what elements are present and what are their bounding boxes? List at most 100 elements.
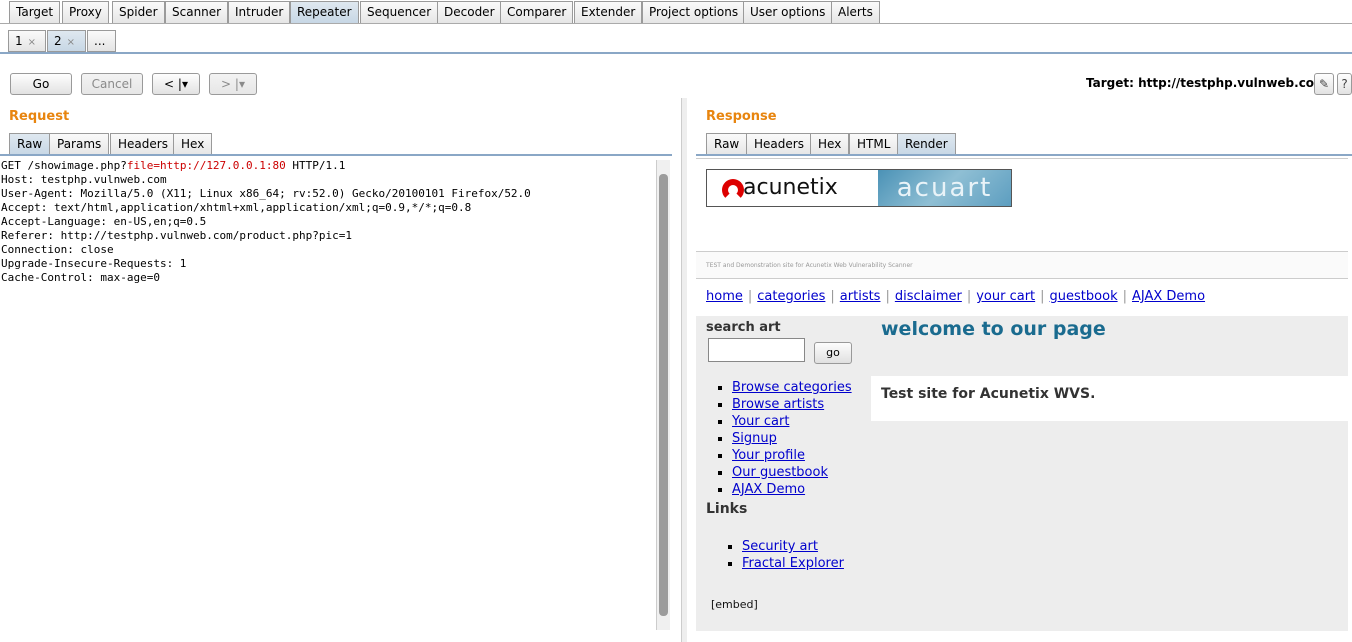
menu-item: AJAX Demo xyxy=(732,481,852,498)
request-header: Upgrade-Insecure-Requests: 1 xyxy=(1,257,187,270)
request-tab-params[interactable]: Params xyxy=(49,133,110,155)
request-method-path: GET /showimage.php? xyxy=(1,159,127,172)
request-tab-raw[interactable]: Raw xyxy=(9,133,51,155)
menu-item: Our guestbook xyxy=(732,464,852,481)
welcome-heading: welcome to our page xyxy=(881,318,1106,340)
security-art-link[interactable]: Security art xyxy=(742,539,818,554)
site-logo: acunetix acuart xyxy=(706,169,1012,207)
request-header: Cache-Control: max-age=0 xyxy=(1,271,160,284)
main-tab-bar: Target Proxy Spider Scanner Intruder Rep… xyxy=(0,0,1352,24)
tab-proxy[interactable]: Proxy xyxy=(62,1,109,23)
our-guestbook-link[interactable]: Our guestbook xyxy=(732,465,828,480)
response-tab-html[interactable]: HTML xyxy=(849,133,899,155)
request-title: Request xyxy=(9,109,70,124)
search-go-button[interactable]: go xyxy=(814,342,852,364)
request-header: Accept: text/html,application/xhtml+xml,… xyxy=(1,201,472,214)
repeater-tab-bar: 1 × 2 × ... xyxy=(0,30,1352,54)
list-item: Security art xyxy=(742,538,844,555)
response-tab-underline xyxy=(696,154,1352,156)
cancel-button[interactable]: Cancel xyxy=(81,73,143,95)
repeater-tab-2[interactable]: 2 × xyxy=(47,30,86,52)
site-nav: home | categories | artists | disclaimer | your … xyxy=(706,289,1206,304)
nav-ajax-demo[interactable]: AJAX Demo xyxy=(1132,289,1205,304)
tab-sequencer[interactable]: Sequencer xyxy=(360,1,439,23)
target-label: Target: http://testphp.vulnweb.com xyxy=(1086,76,1327,90)
request-header: Connection: close xyxy=(1,243,114,256)
edit-target-button[interactable]: ✎ xyxy=(1314,73,1334,95)
request-header: Accept-Language: en-US,en;q=0.5 xyxy=(1,215,207,228)
links-heading: Links xyxy=(706,501,748,517)
tab-target[interactable]: Target xyxy=(9,1,61,23)
nav-home[interactable]: home xyxy=(706,289,743,304)
menu-item: Browse categories xyxy=(732,379,852,396)
back-button[interactable]: < |▾ xyxy=(152,73,200,95)
menu-item: Your profile xyxy=(732,447,852,464)
tab-intruder[interactable]: Intruder xyxy=(228,1,291,23)
menu-item: Browse artists xyxy=(732,396,852,413)
signup-link[interactable]: Signup xyxy=(732,431,777,446)
request-header: Referer: http://testphp.vulnweb.com/prod… xyxy=(1,229,352,242)
menu-item: Signup xyxy=(732,430,852,447)
repeater-tab-new[interactable]: ... xyxy=(87,30,116,52)
rendered-page: acunetix acuart TEST and Demonstration s… xyxy=(696,158,1348,642)
go-button[interactable]: Go xyxy=(10,73,72,95)
tab-user-options[interactable]: User options xyxy=(743,1,833,23)
request-header: User-Agent: Mozilla/5.0 (X11; Linux x86_… xyxy=(1,187,531,200)
embed-placeholder: [embed] xyxy=(711,598,758,611)
request-tab-headers[interactable]: Headers xyxy=(110,133,176,155)
tab-spider[interactable]: Spider xyxy=(112,1,165,23)
your-cart-link[interactable]: Your cart xyxy=(732,414,789,429)
forward-button[interactable]: > |▾ xyxy=(209,73,257,95)
browse-categories-link[interactable]: Browse categories xyxy=(732,380,852,395)
split-divider[interactable] xyxy=(681,98,687,642)
nav-guestbook[interactable]: guestbook xyxy=(1050,289,1118,304)
help-button[interactable]: ? xyxy=(1337,73,1352,95)
response-tab-hex[interactable]: Hex xyxy=(810,133,850,155)
acunetix-logo: acunetix xyxy=(707,170,878,206)
tab-alerts[interactable]: Alerts xyxy=(831,1,880,23)
tab-project-options[interactable]: Project options xyxy=(642,1,746,23)
fractal-explorer-link[interactable]: Fractal Explorer xyxy=(742,556,844,571)
nav-disclaimer[interactable]: disclaimer xyxy=(895,289,962,304)
tab-scanner[interactable]: Scanner xyxy=(165,1,229,23)
response-tab-render[interactable]: Render xyxy=(897,133,956,155)
links-list: Security art Fractal Explorer xyxy=(732,538,844,572)
response-tab-headers[interactable]: Headers xyxy=(746,133,812,155)
help-icon: ? xyxy=(1341,77,1348,91)
tab-decoder[interactable]: Decoder xyxy=(437,1,502,23)
content-box: Test site for Acunetix WVS. xyxy=(871,376,1348,421)
tab-comparer[interactable]: Comparer xyxy=(500,1,574,23)
nav-your-cart[interactable]: your cart xyxy=(976,289,1035,304)
request-editor[interactable]: GET /showimage.php?file=http://127.0.0.1… xyxy=(1,159,653,285)
response-title: Response xyxy=(706,109,777,124)
tab-extender[interactable]: Extender xyxy=(574,1,643,23)
tagline-strip: TEST and Demonstration site for Acunetix… xyxy=(696,251,1348,279)
scrollbar-thumb[interactable] xyxy=(659,174,668,616)
response-tab-raw[interactable]: Raw xyxy=(706,133,748,155)
close-icon[interactable]: × xyxy=(28,37,36,48)
repeater-tab-2-label: 2 xyxy=(54,34,62,48)
acunetix-logo-icon xyxy=(722,179,744,201)
nav-categories[interactable]: categories xyxy=(757,289,825,304)
test-site-text: Test site for Acunetix WVS. xyxy=(881,386,1096,402)
search-art-label: search art xyxy=(706,320,781,335)
close-icon[interactable]: × xyxy=(67,37,75,48)
tab-repeater[interactable]: Repeater xyxy=(290,1,359,23)
request-header: Host: testphp.vulnweb.com xyxy=(1,173,167,186)
search-input[interactable] xyxy=(708,338,805,362)
acuart-logo: acuart xyxy=(878,170,1011,206)
your-profile-link[interactable]: Your profile xyxy=(732,448,805,463)
request-scrollbar[interactable] xyxy=(656,160,670,630)
ajax-demo-link[interactable]: AJAX Demo xyxy=(732,482,805,497)
request-param: file=http://127.0.0.1:80 xyxy=(126,159,286,172)
request-line: GET /showimage.php?file=http://127.0.0.1… xyxy=(1,159,653,173)
pencil-icon: ✎ xyxy=(1318,77,1330,91)
repeater-tab-1[interactable]: 1 × xyxy=(8,30,46,52)
browse-artists-link[interactable]: Browse artists xyxy=(732,397,824,412)
repeater-tab-1-label: 1 xyxy=(15,34,23,48)
menu-item: Your cart xyxy=(732,413,852,430)
request-tab-hex[interactable]: Hex xyxy=(173,133,213,155)
request-protocol: HTTP/1.1 xyxy=(285,159,346,172)
nav-artists[interactable]: artists xyxy=(840,289,881,304)
site-body: search art go welcome to our page Test s… xyxy=(696,316,1348,631)
